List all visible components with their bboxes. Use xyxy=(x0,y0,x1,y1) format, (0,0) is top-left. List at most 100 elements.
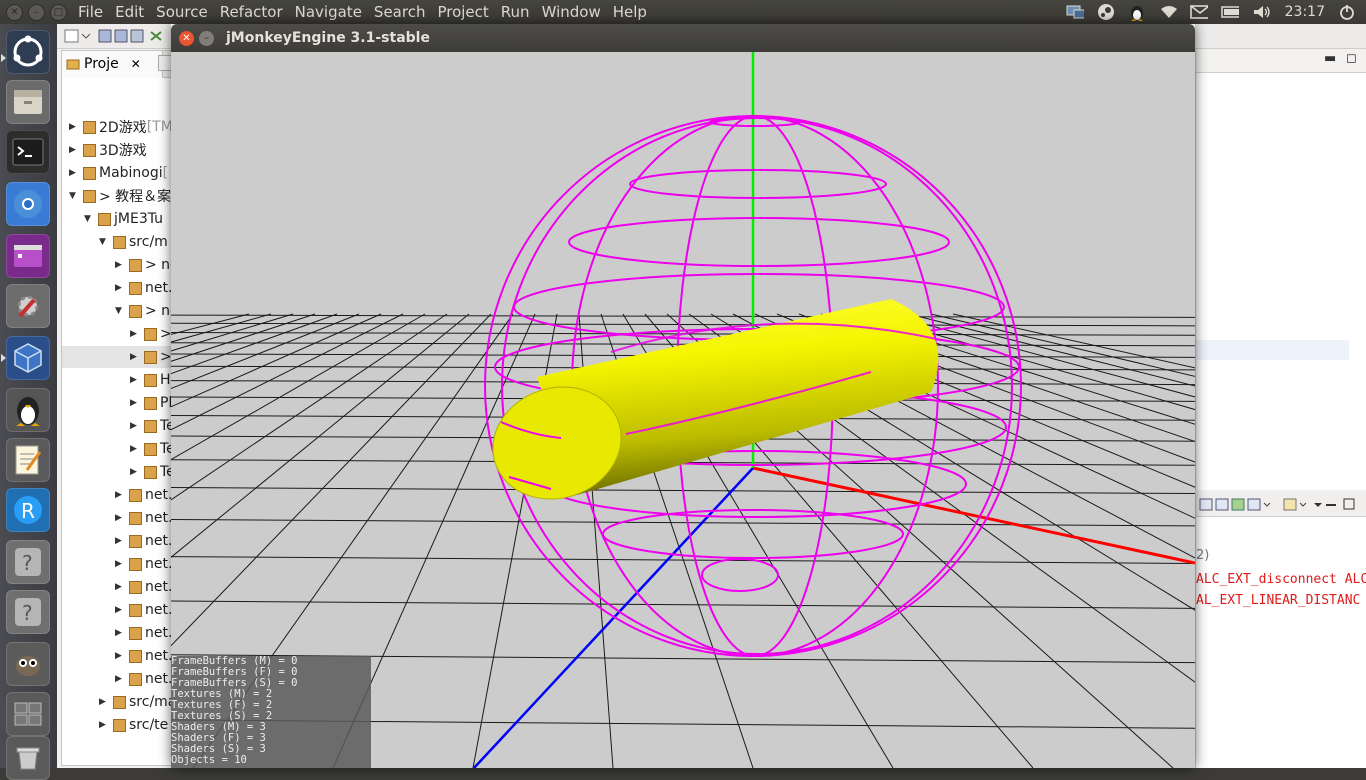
menu-run[interactable]: Run xyxy=(495,2,536,22)
tree-item[interactable]: ▶ > xyxy=(130,346,172,368)
tree-item[interactable]: ▶ net.j xyxy=(115,599,176,621)
3d-viewport[interactable]: FrameBuffers (M) = 0 FrameBuffers (F) = … xyxy=(171,52,1195,768)
tree-item[interactable]: ▼ jME3Tu xyxy=(84,208,163,230)
volume-icon[interactable] xyxy=(1252,4,1270,20)
tree-item[interactable]: ▼ src/m xyxy=(99,231,168,253)
tab-project-explorer[interactable]: Proje ✕ xyxy=(62,51,163,78)
clock[interactable]: 23:17 xyxy=(1285,4,1325,20)
collapsed-arrow-icon[interactable]: ▶ xyxy=(99,697,109,707)
power-icon[interactable] xyxy=(1338,4,1356,20)
grid-line xyxy=(908,313,1195,387)
tree-item[interactable]: ▼ > ne xyxy=(115,300,179,322)
files-icon[interactable] xyxy=(6,80,50,124)
tree-item[interactable]: ▶ net.j xyxy=(115,530,176,552)
menu-refactor[interactable]: Refactor xyxy=(214,2,289,22)
mail-icon[interactable] xyxy=(1189,4,1208,20)
tree-item[interactable]: ▶ Te xyxy=(130,461,175,483)
close-icon[interactable]: ✕ xyxy=(131,57,141,71)
menu-search[interactable]: Search xyxy=(368,2,432,22)
menu-help[interactable]: Help xyxy=(607,2,653,22)
collapsed-arrow-icon[interactable]: ▶ xyxy=(115,536,125,546)
battery-icon[interactable] xyxy=(1220,4,1239,20)
tux-icon[interactable] xyxy=(1128,4,1146,21)
collapsed-arrow-icon[interactable]: ▶ xyxy=(130,421,140,431)
collapsed-arrow-icon[interactable]: ▶ xyxy=(115,651,125,661)
tree-item[interactable]: ▶ 2D游戏 [TM xyxy=(69,116,173,138)
tree-item[interactable]: ▶ src/te xyxy=(99,714,168,736)
collapsed-arrow-icon[interactable]: ▶ xyxy=(69,168,79,178)
network-icon[interactable] xyxy=(1066,4,1084,20)
expanded-arrow-icon[interactable]: ▼ xyxy=(69,191,79,201)
menu-navigate[interactable]: Navigate xyxy=(289,2,368,22)
collapsed-arrow-icon[interactable]: ▶ xyxy=(115,582,125,592)
retroshare-icon[interactable]: R xyxy=(6,488,50,532)
collapsed-arrow-icon[interactable]: ▶ xyxy=(115,628,125,638)
tab-overflow-icon[interactable] xyxy=(158,55,172,71)
collapsed-arrow-icon[interactable]: ▶ xyxy=(115,260,125,270)
expanded-arrow-icon[interactable]: ▼ xyxy=(115,306,125,316)
tree-item[interactable]: ▶ net.j xyxy=(115,484,176,506)
settings-icon[interactable] xyxy=(6,284,50,328)
minimize-icon[interactable]: – xyxy=(28,4,45,21)
tree-item[interactable]: ▶ net.j xyxy=(115,277,176,299)
chromium-icon[interactable] xyxy=(6,182,50,226)
toolbar-icons[interactable] xyxy=(57,24,167,48)
collapsed-arrow-icon[interactable]: ▶ xyxy=(130,467,140,477)
collapsed-arrow-icon[interactable]: ▶ xyxy=(115,605,125,615)
collapsed-arrow-icon[interactable]: ▶ xyxy=(130,444,140,454)
menu-source[interactable]: Source xyxy=(150,2,214,22)
expanded-arrow-icon[interactable]: ▼ xyxy=(84,214,94,224)
terminal-icon[interactable] xyxy=(6,130,50,174)
gimp-icon[interactable] xyxy=(6,642,50,686)
menu-file[interactable]: File xyxy=(72,2,109,22)
tree-item[interactable]: ▶ src/ma xyxy=(99,691,176,713)
unknown-app-icon[interactable]: ? xyxy=(6,590,50,634)
collapsed-arrow-icon[interactable]: ▶ xyxy=(99,720,109,730)
maximize-icon[interactable]: ◻ xyxy=(1346,51,1357,66)
tree-item[interactable]: ▶ net.j xyxy=(115,507,176,529)
tree-item[interactable]: ▶ Mabinogi [ xyxy=(69,162,168,184)
jme-titlebar[interactable]: ✕ – jMonkeyEngine 3.1-stable xyxy=(171,24,1195,52)
collapsed-arrow-icon[interactable]: ▶ xyxy=(115,513,125,523)
minimize-icon[interactable]: – xyxy=(199,31,214,46)
collapsed-arrow-icon[interactable]: ▶ xyxy=(69,122,79,132)
tree-item[interactable]: ▶ Te xyxy=(130,415,175,437)
menu-edit[interactable]: Edit xyxy=(109,2,150,22)
collapsed-arrow-icon[interactable]: ▶ xyxy=(130,398,140,408)
virtualbox-icon[interactable] xyxy=(6,336,50,380)
tree-item[interactable]: ▶ net.j xyxy=(115,668,176,690)
tree-item[interactable]: ▼ > 教程＆案 xyxy=(69,185,171,207)
collapsed-arrow-icon[interactable]: ▶ xyxy=(115,674,125,684)
close-icon[interactable]: ✕ xyxy=(179,31,194,46)
window-controls: ✕ – □ xyxy=(6,4,67,21)
collapsed-arrow-icon[interactable]: ▶ xyxy=(130,329,140,339)
app-icon[interactable] xyxy=(6,234,50,278)
expanded-arrow-icon[interactable]: ▼ xyxy=(99,237,109,247)
tux-icon[interactable] xyxy=(6,388,50,432)
collapsed-arrow-icon[interactable]: ▶ xyxy=(130,352,140,362)
minimize-icon[interactable]: ▬ xyxy=(1324,51,1336,66)
close-icon[interactable]: ✕ xyxy=(6,4,23,21)
trash-icon[interactable] xyxy=(6,736,50,780)
tree-item[interactable]: ▶ net.j xyxy=(115,576,176,598)
tree-item[interactable]: ▶ Te xyxy=(130,438,175,460)
tree-item[interactable]: ▶ net.j xyxy=(115,645,176,667)
menu-window[interactable]: Window xyxy=(536,2,607,22)
collapsed-arrow-icon[interactable]: ▶ xyxy=(115,490,125,500)
collapsed-arrow-icon[interactable]: ▶ xyxy=(130,375,140,385)
menu-project[interactable]: Project xyxy=(431,2,494,22)
dash-home-icon[interactable] xyxy=(6,30,50,74)
tree-item[interactable]: ▶ net.j xyxy=(115,553,176,575)
tree-item[interactable]: ▶ 3D游戏 xyxy=(69,139,147,161)
wifi-icon[interactable] xyxy=(1159,4,1177,20)
collapsed-arrow-icon[interactable]: ▶ xyxy=(69,145,79,155)
unknown-app-icon[interactable]: ? xyxy=(6,540,50,584)
tree-item[interactable]: ▶ net.j xyxy=(115,622,176,644)
maximize-icon[interactable]: □ xyxy=(50,4,67,21)
collapsed-arrow-icon[interactable]: ▶ xyxy=(115,559,125,569)
text-editor-icon[interactable] xyxy=(6,438,50,482)
steam-icon[interactable] xyxy=(1097,4,1115,20)
tree-item[interactable]: ▶ > ne xyxy=(115,254,179,276)
collapsed-arrow-icon[interactable]: ▶ xyxy=(115,283,125,293)
workspace-switcher-icon[interactable] xyxy=(6,692,50,736)
